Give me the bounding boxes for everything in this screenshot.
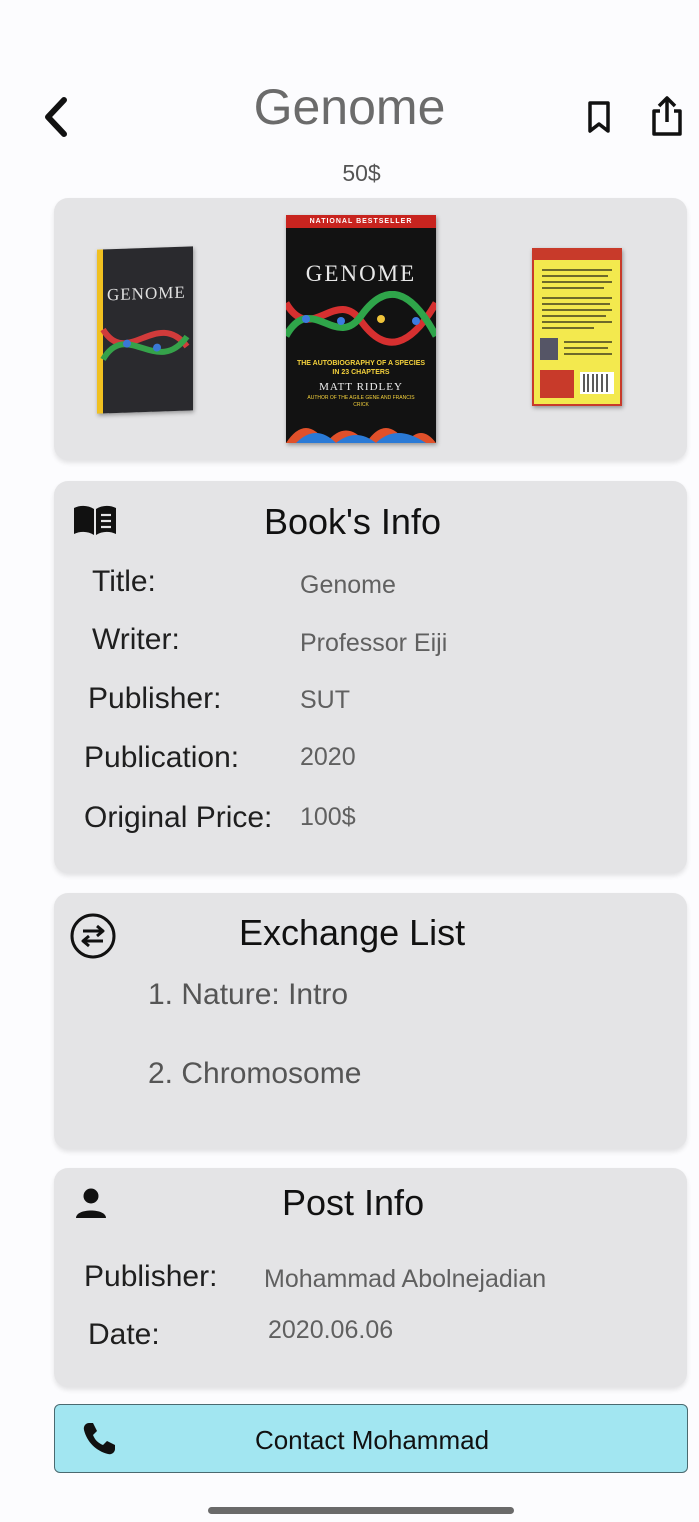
post-date-value: 2020.06.06 (268, 1316, 394, 1344)
person-icon (76, 1188, 106, 1218)
home-indicator[interactable] (208, 1507, 514, 1514)
cover-flame-graphic (286, 428, 436, 443)
writer-label: Writer: (92, 623, 180, 656)
price-label: 50$ (342, 160, 381, 186)
exchange-list-card: Exchange List 1. Nature: Intro 2. Chromo… (54, 893, 687, 1149)
post-publisher-value: Mohammad Abolnejadian (264, 1265, 547, 1293)
post-info-title: Post Info (282, 1182, 425, 1223)
contact-button-label: Contact Mohammad (254, 1425, 490, 1455)
dna-helix-graphic (100, 327, 190, 362)
contact-button[interactable]: Contact Mohammad (54, 1404, 688, 1473)
back-cover-text-graphic (540, 269, 614, 398)
post-info-card: Post Info Publisher: Mohammad Abolnejadi… (54, 1168, 687, 1387)
post-publisher-label: Publisher: (84, 1260, 218, 1293)
cover-author: MATT RIDLEY (319, 381, 403, 393)
publisher-value: SUT (300, 686, 350, 714)
title-label: Title: (92, 565, 156, 598)
publisher-label: Publisher: (88, 682, 222, 715)
original-price-value: 100$ (300, 803, 356, 831)
open-book-icon (74, 505, 116, 535)
exchange-list-title: Exchange List (239, 912, 466, 953)
bookmark-button[interactable] (578, 96, 620, 138)
cover-banner: NATIONAL BESTSELLER (286, 215, 436, 228)
post-date-label: Date: (88, 1318, 160, 1351)
book-info-title: Book's Info (264, 501, 441, 542)
book-back-image[interactable] (532, 248, 622, 406)
original-price-label: Original Price: (84, 801, 273, 834)
cover-title: GENOME (305, 261, 417, 286)
exchange-icon (70, 913, 116, 959)
book-side-title: GENOME (107, 282, 186, 305)
book-info-card: Book's Info Title: Genome Writer: Profes… (54, 481, 687, 873)
publication-value: 2020 (300, 743, 356, 771)
exchange-item[interactable]: 2. Chromosome (148, 1057, 361, 1091)
share-icon (652, 96, 682, 136)
title-value: Genome (300, 571, 396, 599)
share-button[interactable] (644, 92, 690, 140)
bookmark-icon (588, 101, 610, 133)
book-front-image[interactable]: NATIONAL BESTSELLER GENOME THE AUTOBIOGR… (286, 215, 436, 443)
publication-label: Publication: (84, 741, 240, 774)
cover-tagline: AUTHOR OF THE AGILE GENE AND FRANCIS CRI… (307, 395, 415, 408)
book-side-image[interactable]: GENOME (97, 246, 193, 414)
image-gallery[interactable]: GENOME NATIONAL BESTSELLER GENOME THE AU… (54, 198, 687, 460)
exchange-item[interactable]: 1. Nature: Intro (148, 978, 348, 1012)
cover-subtitle: THE AUTOBIOGRAPHY OF A SPECIES IN 23 CHA… (296, 360, 426, 376)
cover-dna-graphic (286, 291, 436, 346)
writer-value: Professor Eiji (300, 629, 448, 657)
